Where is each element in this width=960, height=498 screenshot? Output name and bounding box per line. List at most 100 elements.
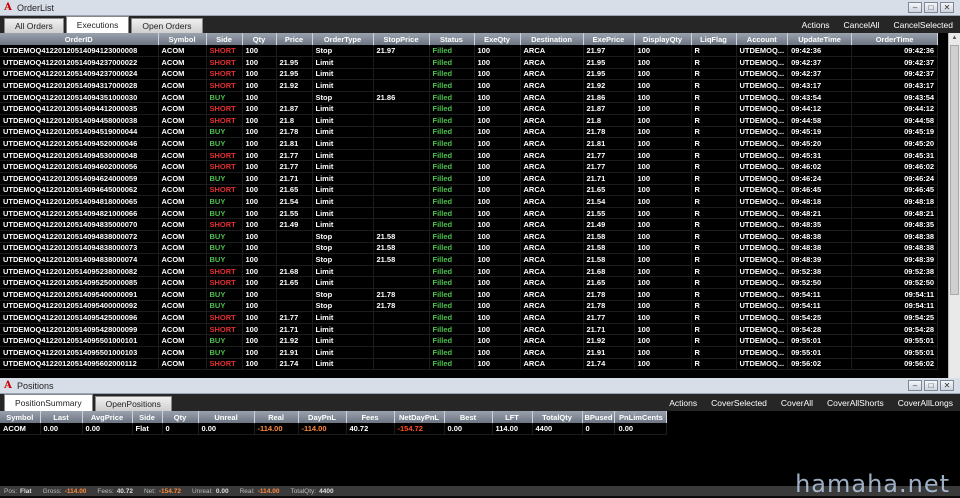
table-row[interactable]: UTDEMOQ41220120514095400000092 ACOM BUY 100… [0,300,939,313]
cell-updatetime: 09:43:17 [787,79,853,92]
cell-displayqty: 100 [634,358,692,371]
cover-all-shorts-button[interactable]: CoverAllShorts [827,398,884,408]
column-header-qty[interactable]: Qty [162,411,199,423]
table-row[interactable]: UTDEMOQ41220120514094530000048 ACOM SHORT 1… [0,149,939,162]
table-row[interactable]: UTDEMOQ41220120514094838000072 ACOM BUY 100… [0,230,939,243]
table-row[interactable]: UTDEMOQ41220120514094520000046 ACOM BUY 100… [0,137,939,150]
column-header-updatetime[interactable]: UpdateTime [787,33,853,45]
column-header-lft[interactable]: LFT [492,411,533,423]
column-header-best[interactable]: Best [444,411,493,423]
cell-status: Filled [429,45,475,58]
pos-actions-menu[interactable]: Actions [669,398,697,408]
cover-selected-button[interactable]: CoverSelected [711,398,767,408]
table-row[interactable]: UTDEMOQ41220120514094351000030 ACOM BUY 100… [0,91,939,104]
column-header-symbol[interactable]: Symbol [158,33,207,45]
table-row[interactable]: UTDEMOQ41220120514094123000008 ACOM SHORT 1… [0,45,939,58]
cell-stopprice: 21.78 [373,300,430,313]
table-row[interactable]: UTDEMOQ41220120514094412000035 ACOM SHORT 1… [0,102,939,116]
table-row[interactable]: UTDEMOQ41220120514094645000062 ACOM SHORT 1… [0,184,939,197]
table-row[interactable]: UTDEMOQ41220120514094835000070 ACOM SHORT 1… [0,218,939,231]
column-header-fees[interactable]: Fees [346,411,395,423]
table-row[interactable]: UTDEMOQ41220120514095400000091 ACOM BUY 100… [0,288,939,301]
column-header-last[interactable]: Last [40,411,83,423]
tab-open-orders[interactable]: Open Orders [131,18,203,33]
table-row[interactable]: UTDEMOQ41220120514094237000022 ACOM SHORT 1… [0,56,939,69]
tab-position-summary[interactable]: PositionSummary [4,394,93,411]
cell-ordertype: Limit [312,265,374,278]
table-row[interactable]: UTDEMOQ41220120514094237000024 ACOM SHORT 1… [0,68,939,81]
column-header-real[interactable]: Real [254,411,299,423]
column-header-netdaypnl[interactable]: NetDayPnL [394,411,445,423]
cell-updatetime: 09:55:01 [787,346,853,359]
column-header-side[interactable]: Side [206,33,243,45]
cell-destination: ARCA [520,300,584,313]
tab-open-positions[interactable]: OpenPositions [94,396,172,411]
cell-exeqty: 100 [474,126,521,139]
column-header-avgprice[interactable]: AvgPrice [82,411,133,423]
table-row[interactable]: UTDEMOQ41220120514094818000065 ACOM BUY 100… [0,195,939,208]
minimize-icon[interactable]: – [908,380,922,391]
cover-all-longs-button[interactable]: CoverAllLongs [898,398,953,408]
cell-status: Filled [429,137,475,150]
table-row[interactable]: UTDEMOQ41220120514094624000059 ACOM BUY 100… [0,172,939,185]
actions-menu[interactable]: Actions [802,20,830,30]
minimize-icon[interactable]: – [908,2,922,13]
maximize-icon[interactable]: □ [924,2,938,13]
table-row[interactable]: UTDEMOQ41220120514094602000056 ACOM SHORT 1… [0,160,939,174]
table-row[interactable]: UTDEMOQ41220120514095425000096 ACOM SHORT 1… [0,311,939,324]
column-header-daypnl[interactable]: DayPnL [298,411,347,423]
column-header-symbol[interactable]: Symbol [0,411,41,423]
cell-pnlimcents: 0.00 [614,423,668,436]
scroll-thumb[interactable] [950,45,959,295]
scroll-up-icon[interactable]: ▲ [949,33,960,44]
cell-updatetime: 09:54:11 [787,300,853,313]
orders-scrollbar[interactable]: ▲ [948,33,960,378]
column-header-exeprice[interactable]: ExePrice [583,33,635,45]
table-row[interactable]: UTDEMOQ41220120514094838000073 ACOM BUY 100… [0,242,939,255]
table-row[interactable]: UTDEMOQ41220120514094519000044 ACOM BUY 100… [0,126,939,139]
column-header-pnlimcents[interactable]: PnLimCents [614,411,668,423]
column-header-bpused[interactable]: BPused [582,411,616,423]
cell-orderid: UTDEMOQ41220120514095602000112 [0,358,159,371]
close-icon[interactable]: ✕ [940,2,954,13]
table-row[interactable]: UTDEMOQ41220120514095250000085 ACOM SHORT 1… [0,276,939,289]
cell-updatetime: 09:46:45 [787,184,853,197]
cell-ordertype: Limit [312,207,374,220]
table-row[interactable]: UTDEMOQ41220120514094821000066 ACOM BUY 100… [0,207,939,220]
column-header-displayqty[interactable]: DisplayQty [634,33,692,45]
column-header-orderid[interactable]: OrderID [0,33,159,45]
table-row[interactable]: UTDEMOQ41220120514094838000074 ACOM BUY 100… [0,253,939,266]
column-header-ordertime[interactable]: OrderTime [851,33,939,45]
table-row[interactable]: UTDEMOQ41220120514094317000028 ACOM SHORT 1… [0,79,939,92]
column-header-account[interactable]: Account [736,33,789,45]
table-row[interactable]: UTDEMOQ41220120514095238000082 ACOM SHORT 1… [0,265,939,278]
table-row[interactable]: UTDEMOQ41220120514095602000112 ACOM SHORT 1… [0,358,939,371]
column-header-unreal[interactable]: Unreal [198,411,255,423]
column-header-ordertype[interactable]: OrderType [312,33,374,45]
cell-updatetime: 09:54:11 [787,288,853,301]
tab-executions[interactable]: Executions [65,16,130,33]
column-header-status[interactable]: Status [429,33,475,45]
tab-all-orders[interactable]: All Orders [4,18,64,33]
cell-qty: 100 [242,288,277,301]
cancel-all-button[interactable]: CancelAll [844,20,880,30]
cell-updatetime: 09:52:50 [787,276,853,289]
column-header-price[interactable]: Price [276,33,313,45]
maximize-icon[interactable]: □ [924,380,938,391]
column-header-totalqty[interactable]: TotalQty [532,411,583,423]
close-icon[interactable]: ✕ [940,380,954,391]
cover-all-button[interactable]: CoverAll [781,398,813,408]
table-row[interactable]: UTDEMOQ41220120514094458000038 ACOM SHORT 1… [0,114,939,127]
table-row[interactable]: UTDEMOQ41220120514095501000103 ACOM BUY 100… [0,346,939,359]
cell-side: BUY [206,230,243,243]
column-header-liqflag[interactable]: LiqFlag [691,33,737,45]
column-header-side[interactable]: Side [132,411,163,423]
column-header-stopprice[interactable]: StopPrice [373,33,430,45]
column-header-destination[interactable]: Destination [520,33,584,45]
table-row[interactable]: ACOM 0.00 0.00 Flat 0 0.00 -114.00 -114.00 40.72… [0,423,668,436]
column-header-qty[interactable]: Qty [242,33,277,45]
table-row[interactable]: UTDEMOQ41220120514095428000099 ACOM SHORT 1… [0,323,939,336]
cancel-selected-button[interactable]: CancelSelected [893,20,953,30]
column-header-exeqty[interactable]: ExeQty [474,33,521,45]
table-row[interactable]: UTDEMOQ41220120514095501000101 ACOM BUY 100… [0,334,939,347]
